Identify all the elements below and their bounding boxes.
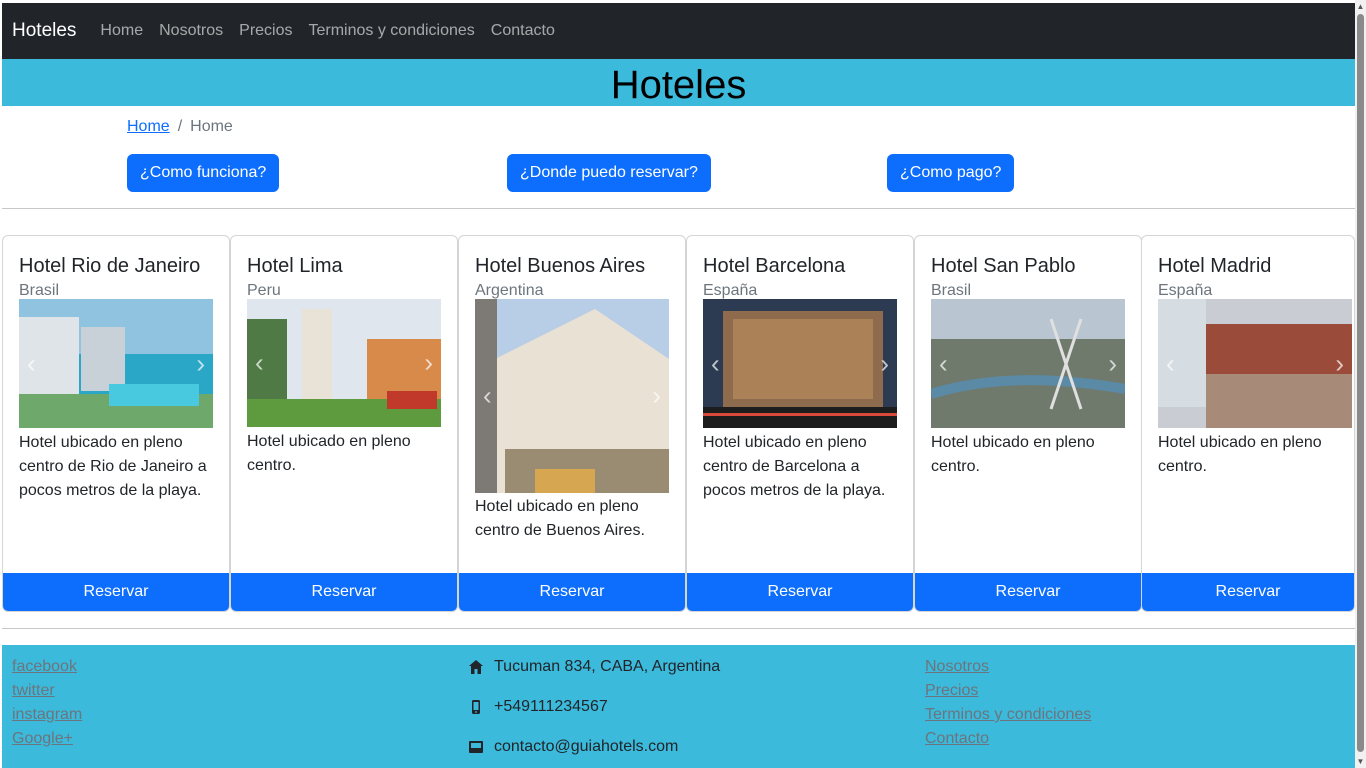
hotel-image-carousel[interactable]: ‹ ›	[19, 299, 213, 428]
hotel-image-carousel[interactable]: ‹ ›	[929, 299, 1126, 428]
card-description: Hotel ubicado en pleno centro.	[1158, 434, 1322, 475]
card-title: Hotel Buenos Aires	[475, 255, 646, 277]
hotel-photo	[703, 299, 897, 428]
hotel-card: Hotel Barcelona España ‹ › Hotel ubicado…	[686, 235, 914, 612]
como-pago-button[interactable]: ¿Como pago?	[887, 154, 1015, 192]
card-country: Argentina	[475, 282, 544, 299]
hotel-photo	[475, 299, 669, 493]
card-title: Hotel Rio de Janeiro	[19, 255, 201, 277]
hotel-image-carousel[interactable]: ‹ ›	[247, 299, 441, 427]
carousel-prev-icon[interactable]: ‹	[255, 348, 264, 379]
page-title: Hoteles	[610, 63, 747, 107]
footer-link-contacto[interactable]: Contacto	[925, 730, 989, 748]
vertical-scrollbar[interactable]: ▲ ▼	[1355, 0, 1366, 768]
breadcrumb-current: Home	[190, 118, 233, 135]
card-country: España	[1158, 282, 1213, 299]
reservar-button[interactable]: Reservar	[915, 573, 1141, 611]
nav-contacto[interactable]: Contacto	[491, 22, 555, 40]
hotel-photo	[1158, 299, 1352, 428]
card-description: Hotel ubicado en pleno centro de Barcelo…	[703, 434, 886, 499]
footer-twitter-link[interactable]: twitter	[12, 682, 55, 700]
card-country: Brasil	[19, 282, 60, 299]
reservar-button[interactable]: Reservar	[1142, 573, 1354, 611]
footer-google-link[interactable]: Google+	[12, 730, 73, 748]
card-country: España	[703, 282, 758, 299]
scroll-up-icon[interactable]: ▲	[1356, 2, 1365, 11]
card-description: Hotel ubicado en pleno centro.	[931, 434, 1095, 475]
breadcrumb: Home / Home	[127, 118, 233, 136]
carousel-prev-icon[interactable]: ‹	[1166, 348, 1175, 379]
footer-email: contacto@guiahotels.com	[468, 738, 678, 756]
email-text: contacto@guiahotels.com	[494, 738, 679, 755]
address-text: Tucuman 834, CABA, Argentina	[494, 658, 721, 675]
phone-text: +549111234567	[494, 698, 608, 715]
reservar-button[interactable]: Reservar	[231, 573, 457, 611]
divider	[2, 208, 1355, 209]
footer-facebook-link[interactable]: facebook	[12, 658, 77, 676]
hotel-card: Hotel Madrid España ‹ › Hotel ubicado en…	[1141, 235, 1355, 612]
hotel-card: Hotel Lima Peru ‹ › Hotel ubicado en ple…	[230, 235, 458, 612]
como-funciona-button[interactable]: ¿Como funciona?	[127, 154, 280, 192]
hotel-photo	[929, 299, 1126, 428]
carousel-prev-icon[interactable]: ‹	[711, 348, 720, 379]
hotel-cards: Hotel Rio de Janeiro Brasil ‹ › Hotel ub…	[2, 235, 1355, 612]
reservar-button[interactable]: Reservar	[459, 573, 685, 611]
footer-link-precios[interactable]: Precios	[925, 682, 978, 700]
nav-precios[interactable]: Precios	[239, 22, 292, 40]
footer-link-terminos[interactable]: Terminos y condiciones	[925, 706, 1091, 724]
card-description: Hotel ubicado en pleno centro de Buenos …	[475, 498, 645, 539]
navbar-brand[interactable]: Hoteles	[12, 20, 76, 42]
hero-banner: Hoteles	[2, 59, 1355, 107]
carousel-next-icon[interactable]: ›	[196, 348, 205, 379]
carousel-next-icon[interactable]: ›	[652, 381, 661, 412]
hotel-card: Hotel Buenos Aires Argentina ‹ › Hotel u…	[458, 235, 686, 612]
phone-icon	[472, 700, 480, 714]
nav-terminos[interactable]: Terminos y condiciones	[309, 22, 475, 40]
footer-address: Tucuman 834, CABA, Argentina	[468, 658, 720, 676]
carousel-next-icon[interactable]: ›	[1335, 348, 1344, 379]
card-title: Hotel Barcelona	[703, 255, 846, 277]
nav-home[interactable]: Home	[100, 22, 143, 40]
donde-reservar-button[interactable]: ¿Donde puedo reservar?	[507, 154, 711, 192]
scrollbar-thumb[interactable]	[1357, 14, 1364, 752]
card-description: Hotel ubicado en pleno centro.	[247, 433, 411, 474]
carousel-next-icon[interactable]: ›	[424, 348, 433, 379]
footer-phone: +549111234567	[468, 698, 608, 716]
divider	[2, 628, 1355, 629]
breadcrumb-home-link[interactable]: Home	[127, 118, 170, 136]
carousel-prev-icon[interactable]: ‹	[27, 348, 36, 379]
hotel-image-carousel[interactable]: ‹ ›	[703, 299, 897, 428]
card-title: Hotel San Pablo	[931, 255, 1076, 277]
scroll-down-icon[interactable]: ▼	[1356, 757, 1365, 766]
hotel-image-carousel[interactable]: ‹ ›	[1158, 299, 1352, 428]
hotel-image-carousel[interactable]: ‹ ›	[475, 299, 669, 493]
hotel-card: Hotel Rio de Janeiro Brasil ‹ › Hotel ub…	[2, 235, 230, 612]
breadcrumb-separator: /	[177, 118, 183, 135]
card-country: Brasil	[931, 282, 972, 299]
card-title: Hotel Madrid	[1158, 255, 1272, 277]
footer: facebook twitter instagram Google+ Tucum…	[2, 645, 1355, 768]
card-country: Peru	[247, 282, 281, 299]
carousel-next-icon[interactable]: ›	[1108, 348, 1117, 379]
inbox-icon	[469, 741, 483, 753]
footer-instagram-link[interactable]: instagram	[12, 706, 82, 724]
card-title: Hotel Lima	[247, 255, 343, 277]
hotel-card: Hotel San Pablo Brasil ‹ › Hotel ubicado…	[914, 235, 1142, 612]
card-description: Hotel ubicado en pleno centro de Rio de …	[19, 434, 207, 499]
nav-nosotros[interactable]: Nosotros	[159, 22, 223, 40]
hotel-photo	[19, 299, 213, 428]
carousel-prev-icon[interactable]: ‹	[483, 381, 492, 412]
reservar-button[interactable]: Reservar	[687, 573, 913, 611]
top-navbar: Hoteles Home Nosotros Precios Terminos y…	[2, 3, 1355, 59]
hotel-photo	[247, 299, 441, 427]
home-icon	[469, 660, 483, 674]
footer-link-nosotros[interactable]: Nosotros	[925, 658, 989, 676]
carousel-prev-icon[interactable]: ‹	[939, 348, 948, 379]
carousel-next-icon[interactable]: ›	[880, 348, 889, 379]
reservar-button[interactable]: Reservar	[3, 573, 229, 611]
